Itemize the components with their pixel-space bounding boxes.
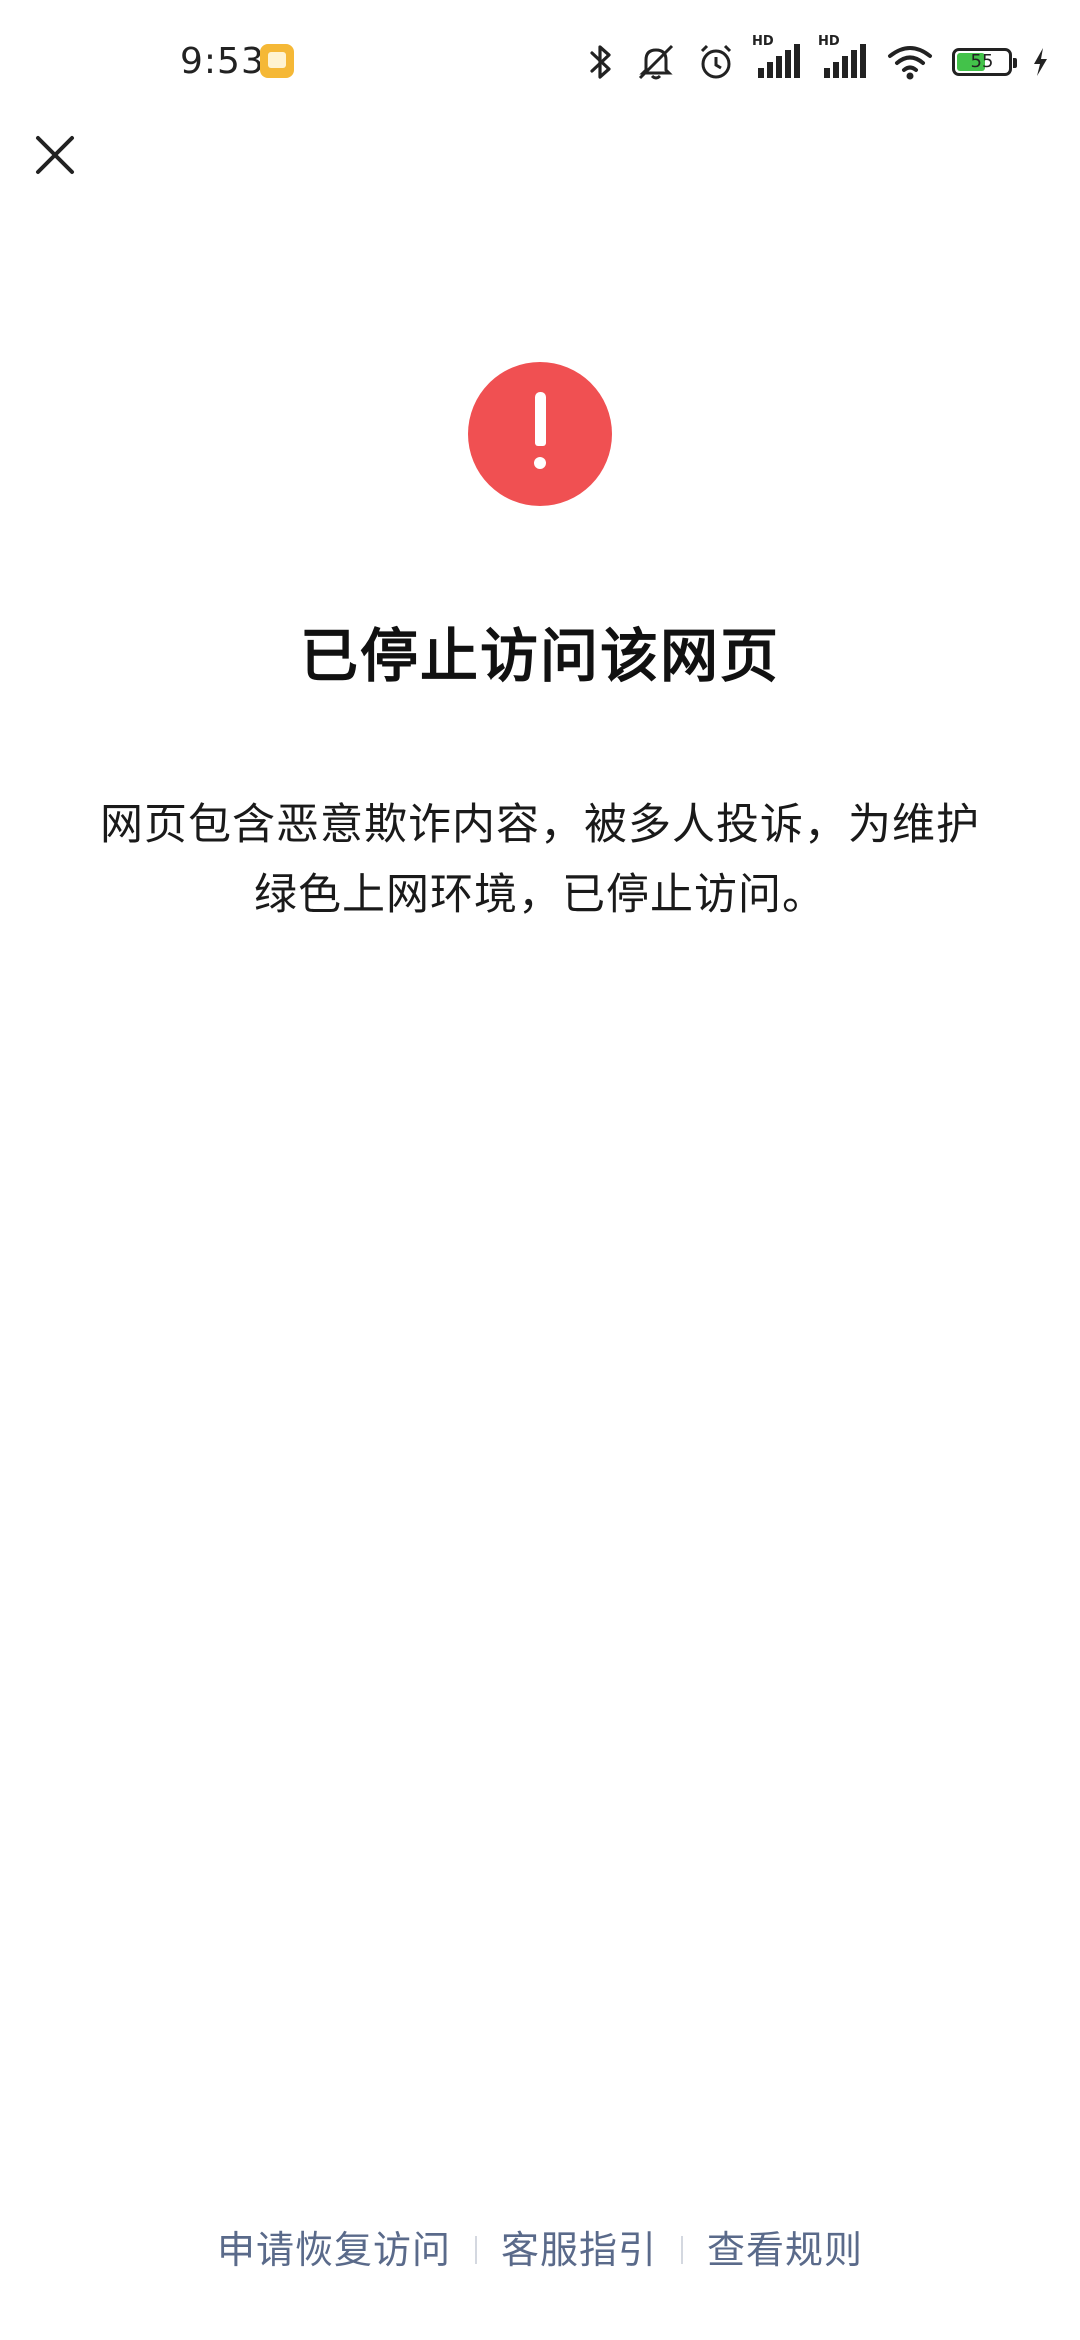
close-button[interactable] [22, 122, 88, 188]
hd-signal-icon: HD [752, 34, 802, 82]
request-restore-access-link[interactable]: 申请恢复访问 [217, 2220, 451, 2280]
status-time: 9:53 [180, 41, 265, 82]
charging-icon [1030, 42, 1050, 82]
exclamation-icon [468, 362, 612, 506]
notification-app-icon [260, 44, 294, 78]
wifi-icon [886, 42, 934, 82]
bluetooth-icon [586, 42, 616, 82]
footer-divider [474, 2236, 477, 2264]
hd-label: HD [818, 34, 840, 49]
battery-level: 55 [970, 51, 994, 72]
block-message: 网页包含恶意欺诈内容，被多人投诉，为维护绿色上网环境，已停止访问。 [100, 800, 980, 920]
footer-divider [681, 2236, 683, 2264]
mute-icon [634, 42, 678, 82]
status-icons: HD HD 55 [568, 34, 1050, 86]
customer-service-guide-link[interactable]: 客服指引 [501, 2220, 657, 2280]
hd-label: HD [752, 34, 774, 49]
alarm-icon [696, 42, 736, 82]
status-bar: 9:53 HD HD 55 [0, 0, 1080, 124]
page-title: 已停止访问该网页 [299, 622, 780, 690]
view-rules-link[interactable]: 查看规则 [707, 2220, 863, 2280]
close-icon [36, 136, 74, 174]
battery-icon: 55 [952, 48, 1017, 76]
hd-signal-icon: HD [818, 34, 868, 82]
footer-links: 申请恢复访问 客服指引 查看规则 [0, 2220, 1080, 2280]
